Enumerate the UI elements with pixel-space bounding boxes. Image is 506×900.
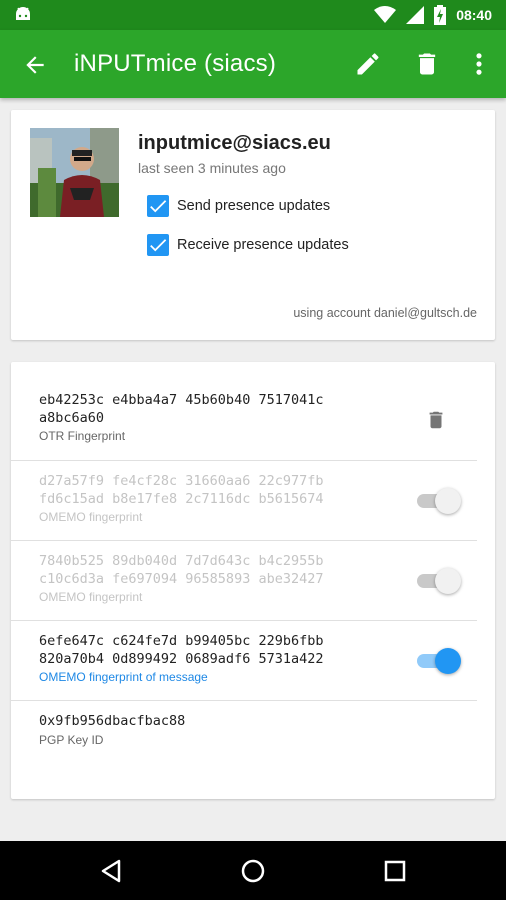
contact-card: inputmice@siacs.eu last seen 3 minutes a…: [11, 110, 495, 340]
status-bar: 08:40: [0, 0, 506, 30]
back-arrow-icon[interactable]: [22, 52, 48, 78]
fingerprint-code: d27a57f9 fe4cf28c 31660aa6 22c977fb fd6c…: [39, 473, 324, 507]
checkmark-icon: [150, 200, 167, 213]
overflow-menu-icon[interactable]: [465, 50, 493, 78]
trust-toggle[interactable]: [415, 486, 461, 516]
system-nav-bar: [0, 841, 506, 900]
fingerprint-label: OTR Fingerprint: [39, 429, 126, 443]
divider: [11, 460, 477, 461]
recents-square-icon[interactable]: [379, 855, 411, 887]
account-info: using account daniel@gultsch.de: [293, 306, 477, 320]
back-triangle-icon[interactable]: [95, 855, 127, 887]
pgp-key-item: 0x9fb956dbacfbac88 PGP Key ID: [39, 713, 479, 747]
contact-jid: inputmice@siacs.eu: [138, 132, 331, 154]
keys-card: eb42253c e4bba4a7 45b60b40 7517041c a8bc…: [11, 362, 495, 799]
fingerprint-code: 7840b525 89db040d 7d7d643c b4c2955b c10c…: [39, 553, 324, 587]
divider: [11, 700, 477, 701]
send-presence-checkbox[interactable]: [147, 195, 169, 217]
pgp-key-id: 0x9fb956dbacfbac88: [39, 713, 186, 729]
checkmark-icon: [150, 239, 167, 252]
send-presence-label[interactable]: Send presence updates: [177, 198, 330, 214]
wifi-icon: [374, 6, 397, 23]
receive-presence-checkbox[interactable]: [147, 234, 169, 256]
delete-icon[interactable]: [413, 50, 441, 78]
clock: 08:40: [456, 7, 492, 23]
avatar[interactable]: [30, 128, 119, 217]
fingerprint-label: OMEMO fingerprint: [39, 590, 143, 604]
edit-icon[interactable]: [354, 50, 382, 78]
trust-toggle[interactable]: [415, 566, 461, 596]
trust-toggle[interactable]: [415, 646, 461, 676]
delete-fingerprint-icon[interactable]: [425, 408, 447, 432]
otr-fingerprint-item: eb42253c e4bba4a7 45b60b40 7517041c a8bc…: [39, 392, 479, 443]
android-icon: [16, 7, 30, 20]
omemo-fingerprint-item: 6efe647c c624fe7d b99405bc 229b6fbb 820a…: [39, 633, 479, 684]
page-title: iNPUTmice (siacs): [74, 50, 277, 77]
divider: [11, 540, 477, 541]
receive-presence-label[interactable]: Receive presence updates: [177, 237, 349, 253]
fingerprint-label: OMEMO fingerprint: [39, 510, 143, 524]
last-seen-text: last seen 3 minutes ago: [138, 160, 286, 176]
pgp-key-label: PGP Key ID: [39, 732, 104, 747]
omemo-fingerprint-item: 7840b525 89db040d 7d7d643c b4c2955b c10c…: [39, 553, 479, 604]
app-toolbar: iNPUTmice (siacs): [0, 30, 506, 98]
home-circle-icon[interactable]: [237, 855, 269, 887]
divider: [11, 620, 477, 621]
fingerprint-code: eb42253c e4bba4a7 45b60b40 7517041c a8bc…: [39, 392, 324, 426]
signal-icon: [406, 6, 425, 24]
fingerprint-label: OMEMO fingerprint of message: [39, 670, 208, 684]
fingerprint-code: 6efe647c c624fe7d b99405bc 229b6fbb 820a…: [39, 633, 324, 667]
omemo-fingerprint-item: d27a57f9 fe4cf28c 31660aa6 22c977fb fd6c…: [39, 473, 479, 524]
battery-charging-icon: [434, 5, 447, 25]
